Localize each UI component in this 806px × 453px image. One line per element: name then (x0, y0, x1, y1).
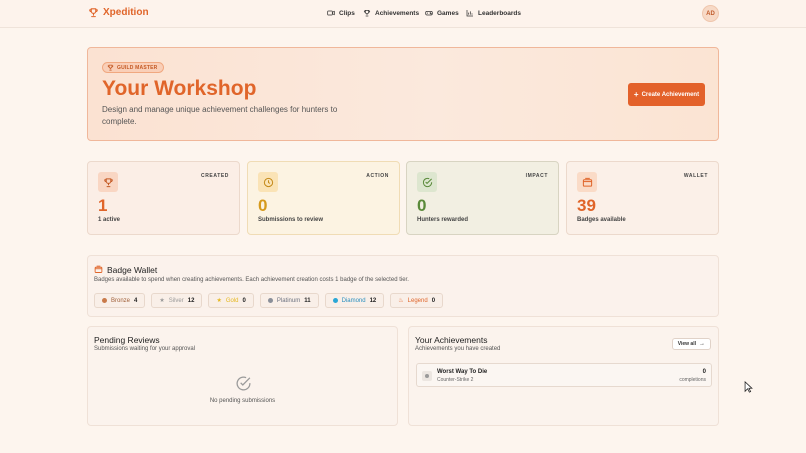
your-achievements-panel: Your Achievements Achievements you have … (408, 326, 719, 426)
guild-master-label: GUILD MASTER (117, 64, 158, 71)
stat-card-impact: IMPACT 0 Hunters rewarded (406, 161, 559, 235)
badge-tier-name: Bronze (111, 297, 131, 304)
stat-icon-box (417, 172, 437, 192)
nav-games-label: Games (437, 9, 459, 17)
trophy-icon (107, 64, 114, 71)
stat-card-wallet: WALLET 39 Badges available (566, 161, 719, 235)
pending-reviews-panel: Pending Reviews Submissions waiting for … (87, 326, 398, 426)
arrow-right-icon: → (699, 341, 705, 347)
flame-icon: ♨ (398, 298, 404, 304)
guild-master-badge: GUILD MASTER (102, 62, 165, 73)
nav-achievements[interactable]: Achievements (363, 9, 419, 17)
silver-star-icon: ★ (159, 298, 165, 304)
create-achievement-label: Create Achievement (641, 91, 700, 98)
stat-label: Submissions to review (258, 217, 324, 223)
badge-tier-count: 0 (431, 297, 436, 304)
nav-leaderboards-label: Leaderboards (478, 9, 521, 17)
page-title: Your Workshop (102, 77, 257, 100)
achievement-game: Counter-Strike 2 (437, 377, 474, 383)
stat-card-created: CREATED 1 1 active (87, 161, 240, 235)
stat-icon-box (577, 172, 597, 192)
badge-tier-name: Platinum (276, 297, 301, 304)
stat-tag: ACTION (366, 173, 389, 179)
stat-icon-box (98, 172, 118, 192)
view-all-label: View all (677, 341, 696, 347)
badge-tier-count: 12 (369, 297, 377, 304)
badge-tier-count: 0 (242, 297, 246, 304)
nav-leaderboards[interactable]: Leaderboards (466, 9, 521, 17)
stat-icon-box (258, 172, 278, 192)
badge-wallet-title: Badge Wallet (107, 265, 158, 275)
diamond-dot-icon (332, 298, 338, 303)
stat-tag: WALLET (683, 173, 708, 179)
gold-star-icon: ★ (216, 298, 222, 304)
stat-label: Hunters rewarded (417, 217, 469, 223)
trophy-icon (89, 8, 98, 18)
stat-value: 39 (577, 196, 596, 215)
achievement-list-item[interactable]: Worst Way To Die Counter-Strike 2 0 comp… (416, 363, 712, 387)
bronze-dot-icon (102, 298, 107, 303)
badge-wallet-panel: Badge Wallet Badges available to spend w… (87, 255, 719, 317)
badge-tier-name: Legend (407, 297, 428, 304)
pending-empty-state: No pending submissions (209, 398, 276, 404)
create-achievement-button[interactable]: + Create Achievement (628, 83, 705, 106)
badge-chip-bronze: Bronze 4 (94, 293, 146, 308)
badge-tier-name: Gold (225, 297, 239, 304)
video-icon (327, 10, 335, 16)
badge-wallet-description: Badges available to spend when creating … (94, 277, 409, 283)
chart-icon (466, 10, 473, 17)
badge-chip-diamond: Diamond 12 (324, 293, 385, 308)
badge-tier-count: 4 (134, 297, 138, 304)
top-navbar: Xpedition Clips Achievements Games Leade… (0, 0, 806, 28)
check-circle-icon (422, 177, 432, 187)
stat-card-action: ACTION 0 Submissions to review (247, 161, 400, 235)
achievement-title: Worst Way To Die (437, 369, 488, 375)
page-description: Design and manage unique achievement cha… (102, 105, 338, 126)
badge-tier-name: Silver (168, 297, 184, 304)
brand-name: Xpedition (103, 7, 149, 18)
badge-tier-name: Diamond (341, 297, 366, 304)
your-achievements-title: Your Achievements (415, 335, 488, 345)
achievement-completion-label: completions (679, 377, 706, 383)
plus-icon: + (633, 89, 639, 99)
workshop-hero: GUILD MASTER Your Workshop Design and ma… (87, 47, 719, 141)
stat-label: 1 active (98, 217, 121, 223)
stat-value: 0 (417, 196, 427, 215)
badge-chip-legend: ♨ Legend 0 (390, 293, 444, 308)
clock-icon (263, 177, 273, 187)
badge-tier-count: 12 (187, 297, 195, 304)
view-all-button[interactable]: View all → (671, 338, 711, 350)
achievement-badge-icon (422, 371, 432, 381)
stat-tag: CREATED (201, 173, 229, 179)
check-circle-icon (236, 376, 251, 391)
brand-logo[interactable]: Xpedition (88, 7, 149, 18)
badge-tier-count: 11 (304, 297, 311, 304)
nav-clips-label: Clips (339, 9, 355, 17)
badge-tier-list: Bronze 4 ★ Silver 12 ★ Gold 0 Platinum 1… (94, 293, 444, 308)
gamepad-icon (425, 10, 433, 16)
stat-label: Badges available (577, 217, 626, 223)
trophy-icon (363, 9, 371, 17)
stat-tag: IMPACT (525, 173, 548, 179)
achievement-completion-count: 0 (702, 369, 706, 375)
platinum-dot-icon (267, 298, 273, 303)
stat-value: 0 (258, 196, 268, 215)
pending-reviews-title: Pending Reviews (94, 335, 160, 345)
nav-clips[interactable]: Clips (327, 9, 355, 17)
avatar[interactable]: AD (702, 5, 719, 22)
trophy-icon (103, 177, 113, 187)
badge-chip-silver: ★ Silver 12 (151, 293, 203, 308)
wallet-icon (582, 177, 592, 187)
nav-achievements-label: Achievements (375, 9, 420, 17)
mouse-cursor-icon (744, 381, 753, 393)
your-achievements-subtitle: Achievements you have created (415, 346, 501, 352)
nav-games[interactable]: Games (425, 9, 459, 17)
pending-reviews-subtitle: Submissions waiting for your approval (94, 346, 196, 352)
badge-chip-gold: ★ Gold 0 (208, 293, 254, 308)
badge-chip-platinum: Platinum 11 (259, 293, 319, 308)
stat-value: 1 (98, 196, 108, 215)
wallet-icon (94, 265, 103, 273)
